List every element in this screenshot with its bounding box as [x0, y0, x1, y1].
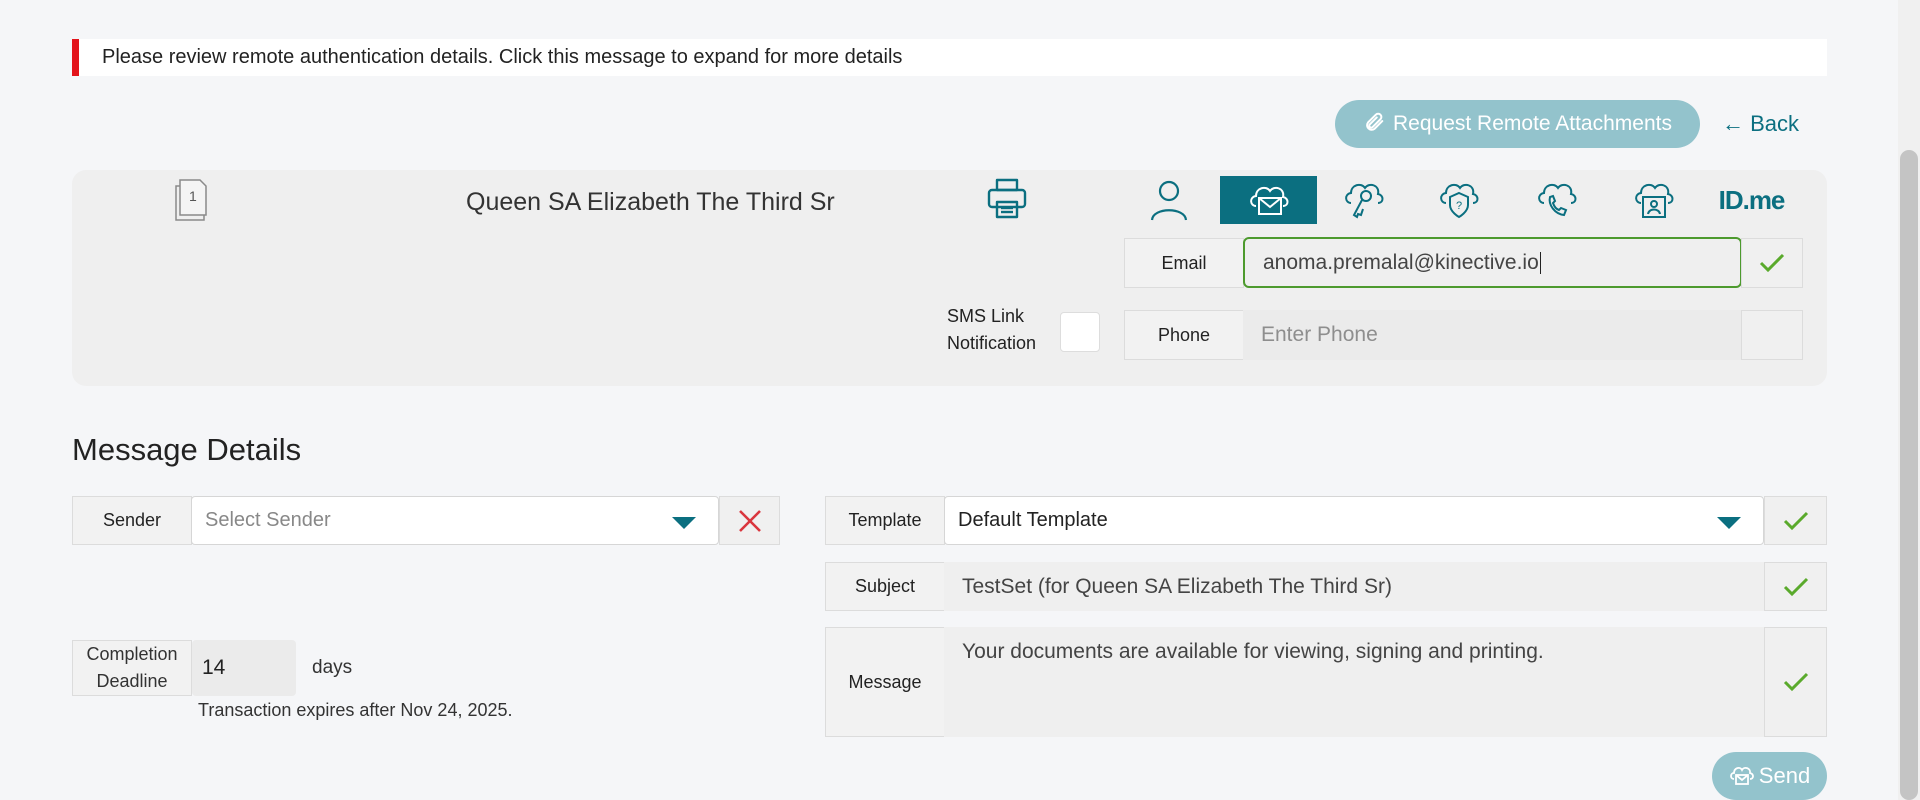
send-label: Send [1758, 763, 1811, 788]
subject-input[interactable]: TestSet (for Queen SA Elizabeth The Thir… [944, 562, 1764, 611]
completion-deadline-label: Completion Deadline [72, 640, 192, 696]
deadline-days-input[interactable]: 14 [192, 640, 296, 696]
recipient-name: Queen SA Elizabeth The Third Sr [466, 188, 835, 216]
message-label: Message [825, 627, 945, 737]
phone-label: Phone [1124, 310, 1244, 360]
email-valid-check [1741, 238, 1803, 288]
chevron-down-icon [1717, 517, 1741, 529]
template-select[interactable]: Default Template [944, 496, 1764, 545]
chevron-down-icon [672, 517, 696, 529]
email-field[interactable]: anoma.premalal@kinective.io [1243, 237, 1742, 288]
tab-key[interactable] [1315, 176, 1412, 224]
message-value: Your documents are available for viewing… [962, 640, 1544, 663]
close-icon [738, 509, 761, 532]
email-label: Email [1124, 238, 1244, 288]
phone-field[interactable]: Enter Phone [1243, 310, 1742, 360]
subject-valid-check [1764, 562, 1827, 611]
sms-notification-label: SMS Link Notification [947, 306, 1037, 353]
section-title: Message Details [72, 432, 302, 467]
message-textarea[interactable]: Your documents are available for viewing… [944, 627, 1764, 737]
tab-recipient[interactable] [1120, 176, 1217, 224]
idme-logo-icon: ID.me [1718, 184, 1786, 215]
cloud-key-icon [1344, 183, 1383, 219]
template-label: Template [825, 496, 945, 545]
cloud-mail-icon [1249, 186, 1288, 215]
document-count: 1 [189, 188, 197, 204]
phone-placeholder: Enter Phone [1261, 323, 1378, 346]
phone-status-cell [1741, 310, 1803, 360]
auth-alert-banner[interactable]: Please review remote authentication deta… [72, 39, 1827, 76]
cloud-send-icon [1729, 766, 1754, 785]
checkmark-icon [1759, 253, 1785, 273]
email-value: anoma.premalal@kinective.io [1263, 250, 1539, 274]
request-remote-label: Request Remote Attachments [1393, 112, 1672, 135]
checkmark-icon [1783, 672, 1808, 692]
template-valid-check [1764, 496, 1827, 545]
checkmark-icon [1783, 577, 1808, 596]
tab-id-verification[interactable] [1605, 176, 1702, 224]
message-valid-check [1764, 627, 1827, 737]
svg-text:?: ? [1455, 200, 1461, 212]
checkmark-icon [1783, 511, 1808, 530]
request-remote-attachments-button[interactable]: Request Remote Attachments [1335, 100, 1700, 148]
scrollbar-thumb[interactable] [1900, 150, 1918, 800]
tab-phone[interactable] [1508, 176, 1605, 224]
person-icon [1150, 180, 1187, 221]
printer-icon[interactable] [985, 177, 1029, 221]
auth-alert-text: Please review remote authentication deta… [102, 46, 903, 68]
document-count-icon[interactable]: 1 [173, 178, 209, 222]
cloud-id-card-icon [1634, 183, 1673, 218]
days-label: days [312, 657, 353, 678]
subject-label: Subject [825, 562, 945, 611]
cloud-phone-icon [1537, 183, 1576, 217]
tab-email[interactable] [1220, 176, 1317, 224]
send-button[interactable]: Send [1712, 752, 1827, 800]
sender-label: Sender [72, 496, 192, 545]
clear-sender-button[interactable] [719, 496, 780, 545]
deadline-days-value: 14 [202, 656, 226, 679]
subject-value: TestSet (for Queen SA Elizabeth The Thir… [962, 574, 1392, 598]
sender-select[interactable]: Select Sender [191, 496, 719, 545]
template-value: Default Template [958, 509, 1108, 531]
sender-placeholder: Select Sender [205, 509, 331, 531]
tab-idme[interactable]: ID.me [1703, 176, 1800, 224]
paperclip-icon [1366, 113, 1384, 132]
tab-security-question[interactable]: ? [1410, 176, 1507, 224]
expiry-note: Transaction expires after Nov 24, 2025. [198, 700, 513, 720]
back-link[interactable]: ← Back [1722, 100, 1799, 148]
cloud-shield-question-icon: ? [1439, 183, 1478, 219]
sms-notification-checkbox[interactable] [1060, 312, 1100, 352]
